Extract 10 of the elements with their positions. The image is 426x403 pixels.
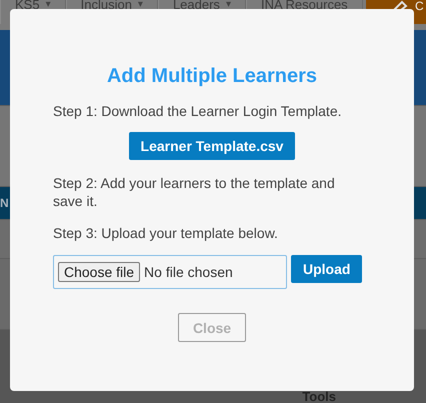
- file-input[interactable]: Choose file No file chosen: [53, 255, 287, 289]
- choose-file-button[interactable]: Choose file: [58, 262, 140, 282]
- step-text: Step 2: Add your learners to the template and save it.: [53, 174, 336, 210]
- step-text: Step 3: Upload your template below.: [53, 224, 279, 242]
- step-text: Step 1: Download the Learner Login Template.: [53, 102, 342, 120]
- column-header: N: [0, 196, 9, 210]
- modal-title: Add Multiple Learners: [106, 65, 318, 88]
- upload-button[interactable]: Upload: [291, 255, 362, 283]
- file-status: No file chosen: [144, 264, 233, 280]
- template-download-button[interactable]: Learner Template.csv: [128, 132, 296, 160]
